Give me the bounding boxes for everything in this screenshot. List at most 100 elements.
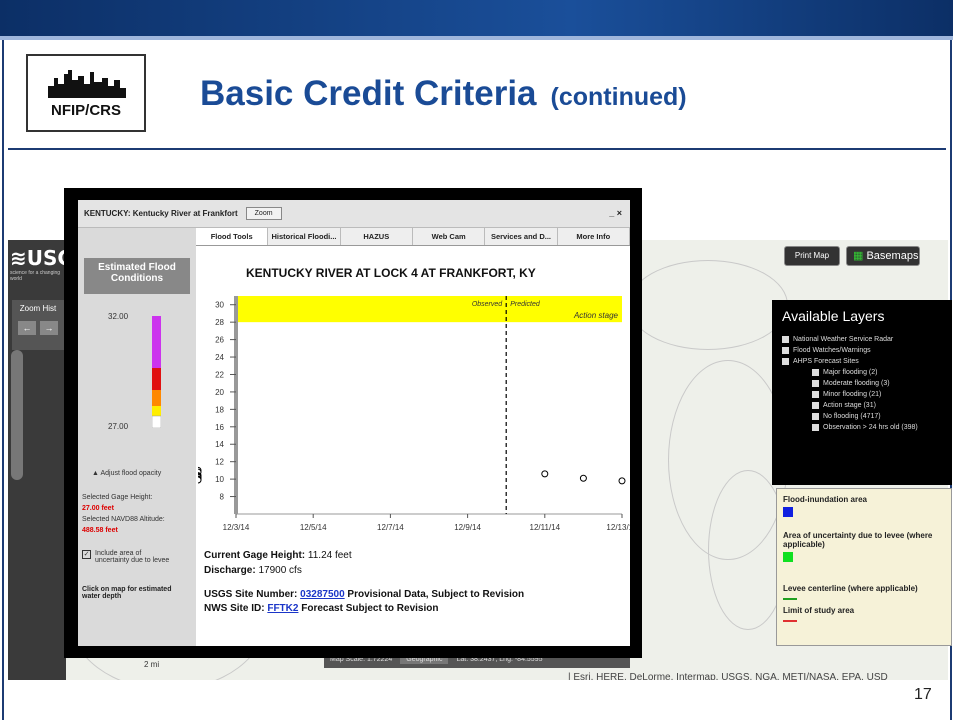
y-tick-label: 14: [215, 440, 224, 449]
x-tick-label: 12/7/14: [377, 523, 404, 532]
observed-label: Observed: [472, 301, 503, 308]
predicted-point: [579, 474, 587, 482]
selected-gage-value: 27.00 feet: [82, 505, 114, 512]
legend-item: Limit of study area: [783, 606, 945, 622]
tab-web-cam[interactable]: Web Cam: [413, 228, 486, 245]
y-tick-label: 8: [220, 493, 225, 502]
x-tick-label: 12/13/14: [606, 523, 630, 532]
legend-line: [783, 620, 797, 622]
page-number: 17: [914, 686, 932, 703]
basemaps-button[interactable]: ▦ Basemaps: [846, 246, 920, 266]
checkbox-icon[interactable]: [782, 358, 789, 365]
hydrograph-chart: Action stage 8 10 12 14 16 18 20 22 24 26 28 30 12/3/…: [198, 296, 630, 532]
layer-sub-item[interactable]: Moderate flooding (3): [812, 380, 952, 387]
x-tick-label: 12/3/14: [223, 523, 250, 532]
layer-item[interactable]: Flood Watches/Warnings: [782, 347, 952, 354]
discharge-label: Discharge:: [204, 565, 256, 576]
slide-title-main: Basic Credit Criteria: [200, 74, 537, 113]
checkbox-icon[interactable]: [782, 347, 789, 354]
flood-gauge-bar[interactable]: [152, 316, 161, 428]
slide-header-band: [0, 0, 953, 36]
y-tick-label: 20: [215, 388, 224, 397]
nfip-crs-logo: NFIP/CRS: [26, 54, 146, 132]
chart-title: KENTUCKY RIVER AT LOCK 4 AT FRANKFORT, K…: [246, 266, 536, 280]
basemaps-label: Basemaps: [866, 250, 919, 262]
action-stage-label: Action stage: [573, 311, 619, 320]
legend-item: Levee centerline (where applicable): [783, 584, 945, 600]
tab-more-info[interactable]: More Info: [558, 228, 630, 245]
y-tick-label: 26: [215, 336, 224, 345]
available-layers-panel: Available Layers National Weather Servic…: [772, 300, 952, 485]
legend-line: [783, 598, 797, 600]
slide-title: Basic Credit Criteria (continued): [200, 74, 687, 114]
current-gage-label: Current Gage Height:: [204, 550, 306, 561]
layer-sub-item[interactable]: Minor flooding (21): [812, 391, 952, 398]
print-map-button[interactable]: Print Map: [784, 246, 840, 266]
zoom-button[interactable]: Zoom: [245, 207, 282, 220]
layer-sub-item[interactable]: Action stage (31): [812, 402, 952, 409]
close-icon[interactable]: _ ×: [609, 208, 622, 218]
tab-historical-flooding[interactable]: Historical Floodi...: [268, 228, 341, 245]
y-tick-label: 24: [215, 353, 224, 362]
y-tick-label: 30: [215, 301, 224, 310]
usgs-tagline: science for a changing world: [10, 270, 61, 282]
predicted-point: [198, 476, 202, 484]
x-tick-label: 12/5/14: [300, 523, 327, 532]
y-tick-label: 22: [215, 370, 224, 379]
legend-swatch: [783, 552, 793, 562]
layer-sub-item[interactable]: Observation > 24 hrs old (398): [812, 424, 952, 431]
map-credits: | Esri, HERE, DeLorme, Intermap, USGS, N…: [568, 672, 888, 680]
discharge-value: 17900 cfs: [258, 565, 302, 576]
popup-title: KENTUCKY: Kentucky River at Frankfort: [84, 209, 238, 218]
tab-hazus[interactable]: HAZUS: [341, 228, 413, 245]
map-scale-bar: 2 mi: [144, 660, 160, 669]
slide-title-suffix: (continued): [550, 83, 687, 111]
usgs-sidebar: ≋USGS science for a changing world Zoom …: [8, 240, 88, 680]
legend-item: Flood-inundation area: [783, 495, 945, 517]
layer-item[interactable]: National Weather Service Radar: [782, 336, 952, 343]
popup-titlebar: KENTUCKY: Kentucky River at Frankfort Zo…: [78, 200, 630, 228]
tab-flood-tools[interactable]: Flood Tools: [196, 228, 269, 245]
checkbox-icon[interactable]: ✓: [82, 550, 91, 559]
predicted-point: [618, 477, 626, 485]
adjust-opacity-control[interactable]: ▲ Adjust flood opacity: [92, 470, 161, 477]
layers-title: Available Layers: [782, 308, 885, 324]
predicted-label: Predicted: [510, 301, 541, 308]
checkbox-icon[interactable]: [782, 336, 789, 343]
map-road: [628, 260, 788, 350]
estimated-flood-title: Estimated Flood Conditions: [84, 258, 190, 294]
action-stage-band: [236, 296, 622, 323]
click-map-hint: Click on map for estimated water depth: [82, 586, 172, 600]
gauge-bottom-value: 27.00: [108, 422, 129, 431]
skyline-icon: [48, 70, 126, 98]
site-info: USGS Site Number: 03287500 Provisional D…: [204, 589, 525, 614]
popup-tabs: Flood Tools Historical Floodi... HAZUS W…: [196, 228, 630, 246]
flood-conditions-pane: Estimated Flood Conditions 32.00 27.00 ▲…: [78, 228, 196, 646]
tab-services-and-data[interactable]: Services and D...: [485, 228, 558, 245]
selected-values: Selected Gage Height: 27.00 feet Selecte…: [82, 494, 165, 534]
slider-handle-icon: ▲: [92, 470, 99, 477]
zoom-history-label: Zoom Hist: [19, 304, 57, 313]
current-gage-value: 11.24 feet: [307, 550, 352, 561]
gauge-top-value: 32.00: [108, 312, 129, 321]
logo-text: NFIP/CRS: [50, 102, 121, 119]
layer-sub-item[interactable]: No flooding (4717): [812, 413, 952, 420]
back-arrow-icon[interactable]: ←: [18, 321, 36, 335]
y-tick-label: 12: [215, 458, 224, 467]
usgs-site-link[interactable]: 03287500: [300, 589, 345, 600]
layer-sub-item[interactable]: Major flooding (2): [812, 369, 952, 376]
y-tick-label: 16: [215, 423, 224, 432]
zoom-history: Zoom Hist ← →: [12, 300, 64, 350]
layer-item[interactable]: AHPS Forecast Sites: [782, 358, 952, 365]
zoom-slider[interactable]: [11, 350, 23, 480]
nws-site-link[interactable]: FFTK2: [267, 603, 298, 614]
predicted-point: [541, 470, 549, 478]
x-tick-label: 12/11/14: [530, 523, 561, 532]
map-legend: Flood-inundation area Area of uncertaint…: [776, 488, 952, 646]
forward-arrow-icon[interactable]: →: [40, 321, 58, 335]
title-divider: [8, 148, 946, 150]
y-tick-label: 28: [215, 318, 224, 327]
gage-info: Current Gage Height: 11.24 feet Discharg…: [204, 548, 352, 578]
include-uncertainty-option[interactable]: ✓ Include area of uncertainty due to leve…: [82, 550, 175, 564]
y-tick-label: 10: [215, 475, 224, 484]
